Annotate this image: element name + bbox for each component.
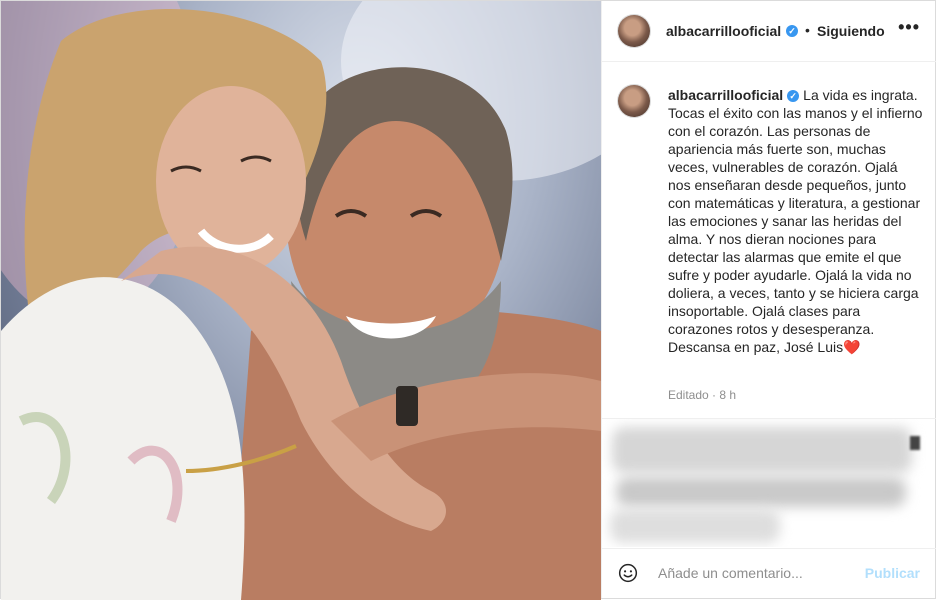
instagram-post: albacarrillooficial ✓ • Siguiendo ••• al…: [0, 0, 936, 600]
caption-avatar[interactable]: [618, 85, 650, 117]
caption-section: albacarrillooficial ✓ La vida es ingrata. …: [602, 62, 936, 419]
caption: albacarrillooficial ✓ La vida es ingrata. …: [668, 86, 924, 356]
blurred-comment-2: [616, 477, 906, 507]
heart-emoji-icon: ❤️: [843, 339, 861, 355]
more-options-icon[interactable]: •••: [898, 17, 920, 38]
comment-bar: Publicar: [602, 548, 936, 599]
post-sidebar: albacarrillooficial ✓ • Siguiendo ••• al…: [601, 1, 936, 598]
header-separator: •: [805, 22, 810, 38]
blurred-comment-1: [612, 427, 912, 473]
publish-button[interactable]: Publicar: [865, 565, 920, 581]
caption-text: La vida es ingrata. Tocas el éxito con l…: [668, 87, 923, 355]
comment-input[interactable]: [658, 563, 848, 583]
photo-illustration: [1, 1, 601, 600]
avatar[interactable]: [618, 15, 650, 47]
caption-username[interactable]: albacarrillooficial: [668, 87, 783, 103]
following-button[interactable]: Siguiendo: [817, 23, 885, 39]
post-photo[interactable]: [1, 1, 601, 600]
blurred-comments: [602, 419, 936, 547]
post-meta: Editado · 8 h: [668, 388, 737, 402]
blurred-comment-3: [610, 509, 780, 543]
verified-badge-icon: ✓: [786, 25, 798, 37]
verified-badge-icon: ✓: [787, 90, 800, 102]
emoji-icon[interactable]: [618, 563, 638, 583]
header-username[interactable]: albacarrillooficial: [666, 23, 781, 39]
post-header: albacarrillooficial ✓ • Siguiendo •••: [602, 1, 936, 62]
blurred-icon: [910, 436, 920, 450]
